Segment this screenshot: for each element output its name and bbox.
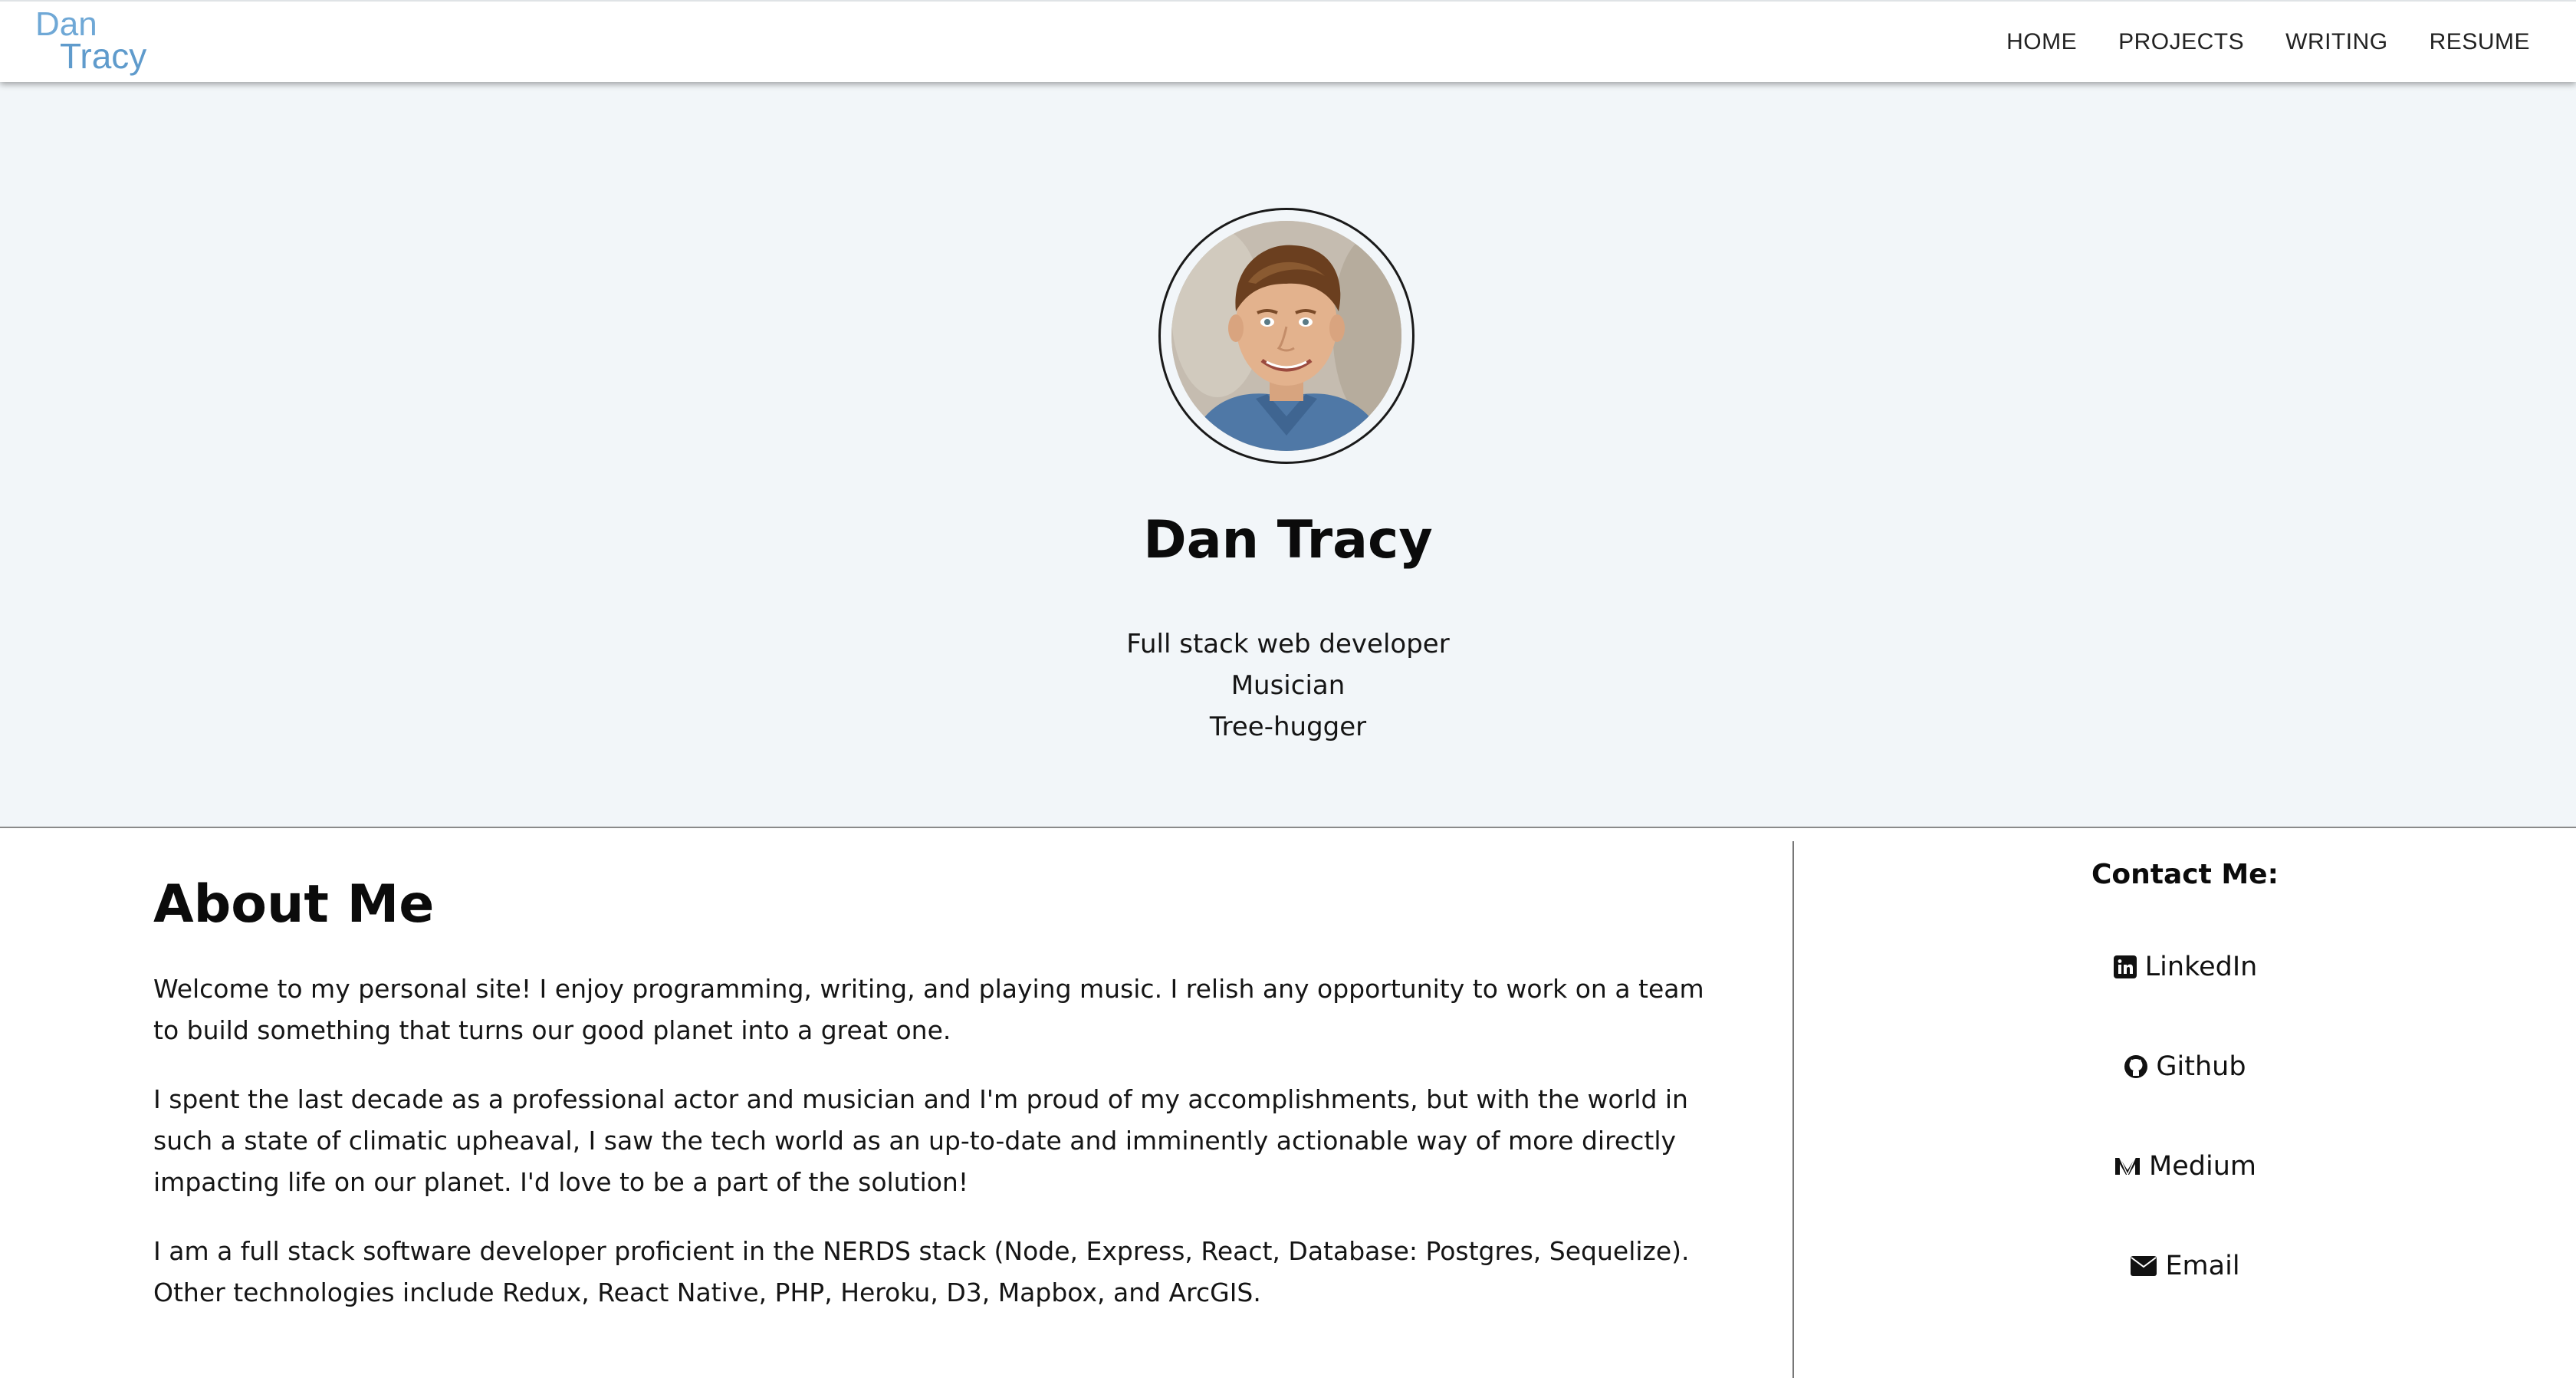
github-label: Github <box>2156 1051 2246 1082</box>
about-section: About Me Welcome to my personal site! I … <box>153 874 1733 1341</box>
medium-label: Medium <box>2149 1151 2256 1182</box>
tagline-item: Full stack web developer <box>1126 629 1450 659</box>
about-heading: About Me <box>153 874 435 935</box>
medium-link[interactable]: Medium <box>1794 1143 2576 1189</box>
profile-photo-illustration <box>1171 221 1401 451</box>
hero-section: Dan Tracy Full stack web developer Music… <box>0 81 2576 828</box>
email-label: Email <box>2165 1251 2240 1281</box>
nav-resume-link[interactable]: RESUME <box>2430 29 2530 55</box>
avatar-frame <box>1158 208 1414 464</box>
hero-name: Dan Tracy <box>1143 510 1433 571</box>
nav-projects-link[interactable]: PROJECTS <box>2118 29 2244 55</box>
about-paragraph: Welcome to my personal site! I enjoy pro… <box>153 974 1704 1045</box>
about-paragraph: I spent the last decade as a professiona… <box>153 1084 1688 1197</box>
github-link[interactable]: Github <box>1794 1044 2576 1090</box>
nav-writing-link[interactable]: WRITING <box>2285 29 2387 55</box>
envelope-icon <box>2130 1255 2157 1277</box>
linkedin-link[interactable]: LinkedIn <box>1794 944 2576 990</box>
linkedin-label: LinkedIn <box>2144 952 2258 982</box>
tagline-item: Musician <box>1230 670 1346 701</box>
navbar: Dan Tracy HOME PROJECTS WRITING RESUME <box>0 0 2576 82</box>
contact-section: Contact Me: LinkedIn Github Medium Email <box>1794 859 2576 1343</box>
medium-icon <box>2114 1154 2141 1179</box>
hero-tagline: Full stack web developer Musician Tree-h… <box>0 623 2576 748</box>
site-logo[interactable]: Dan Tracy <box>35 8 146 74</box>
tagline-item: Tree-hugger <box>1209 712 1367 742</box>
nav-home-link[interactable]: HOME <box>2006 29 2077 55</box>
github-icon <box>2124 1054 2148 1079</box>
contact-heading: Contact Me: <box>2091 859 2279 890</box>
nav-menu: HOME PROJECTS WRITING RESUME <box>2006 2 2530 82</box>
linkedin-icon <box>2113 955 2137 979</box>
about-paragraph: I am a full stack software developer pro… <box>153 1236 1690 1307</box>
logo-last-name: Tracy <box>60 36 147 76</box>
email-link[interactable]: Email <box>1794 1243 2576 1289</box>
profile-photo <box>1171 221 1401 451</box>
